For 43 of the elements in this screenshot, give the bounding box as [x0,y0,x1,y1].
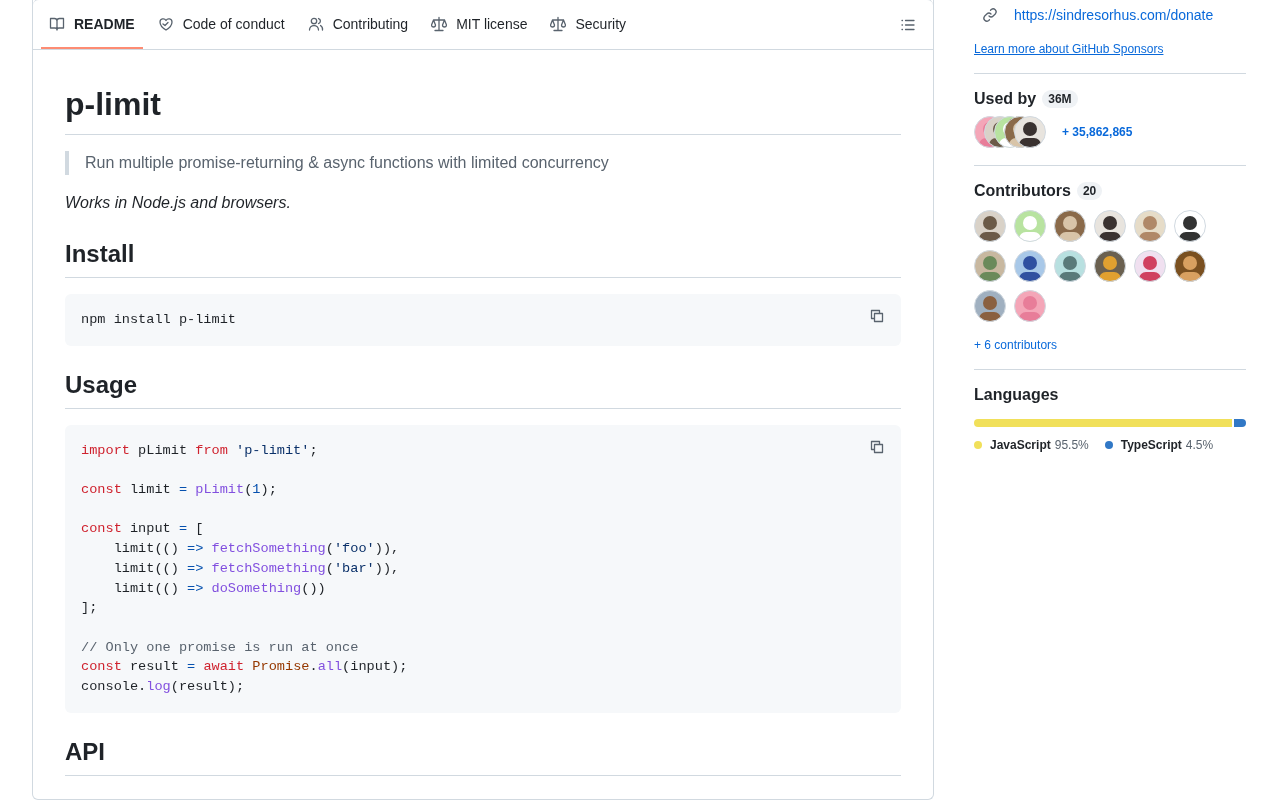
code-line: import pLimit from 'p-limit'; [81,441,319,460]
language-name: JavaScript [990,438,1051,452]
section-title: Contributors [974,182,1071,200]
code-line: limit(() => fetchSomething('bar')), [112,559,401,578]
code-line: const result = await Promise.all(input); [81,658,408,677]
code-line: limit(() => doSomething()) [112,579,327,598]
code-line: // Only one promise is run at once [81,638,360,657]
tab[interactable]: MIT license [423,0,536,49]
tab[interactable]: Contributing [299,0,417,49]
section-title: Languages [974,386,1059,404]
code-line: console.log(result); [81,678,246,697]
code-line: limit(() => fetchSomething('foo')), [112,540,401,559]
code-line: const input = [ [81,520,205,539]
section-heading: Usage [65,369,901,409]
count-badge: 20 [1076,182,1103,200]
language-percent: 95.5% [1054,438,1089,452]
contributors-link[interactable]: + 6 contributors [974,338,1058,352]
copy-icon [869,308,885,324]
tab[interactable]: README [41,0,143,49]
description-text: Works in Node.js and browsers. [65,193,292,213]
tab[interactable]: Code of conduct [149,0,293,49]
copy-icon [869,438,885,455]
code-line: ]; [81,599,99,618]
language-name: TypeScript [1120,438,1182,452]
code-line: const limit = pLimit(1); [81,481,278,500]
sponsor-link[interactable]: https://sindresorhus.com/donate [1014,7,1214,23]
heart-icon [157,15,174,32]
book-icon [49,15,65,32]
section-title: Used by [974,90,1037,108]
code-line: npm install p-limit [81,311,236,329]
scale-icon [431,15,448,32]
language-percent: 4.5% [1185,438,1214,452]
count-badge: 36M [1042,90,1078,108]
tab[interactable]: Security [542,0,635,49]
section-heading: Install [65,239,901,278]
scale-icon [550,15,567,32]
quote-text: Run multiple promise-returning & async functions with limited concurrency [65,151,901,175]
people-icon [307,15,324,32]
section-heading: API [65,736,901,776]
used-by-link[interactable]: + 35,862,865 [1062,125,1133,139]
readme-title: p-limit [65,84,901,135]
sponsors-link[interactable]: Learn more about GitHub Sponsors [974,42,1164,56]
link-icon [982,7,998,23]
